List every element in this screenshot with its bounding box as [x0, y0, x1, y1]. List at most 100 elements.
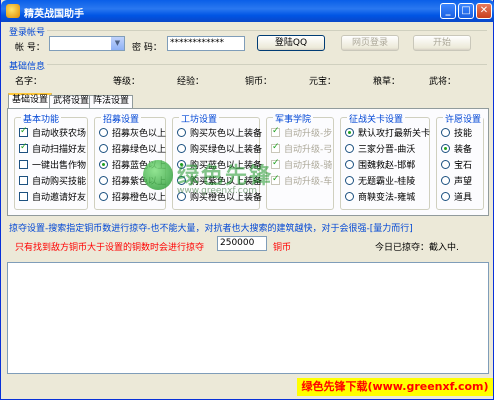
radio-indicator[interactable]: [99, 192, 108, 201]
option-label: 技能: [454, 129, 473, 139]
password-field[interactable]: ************: [167, 36, 245, 51]
checkbox-indicator[interactable]: [19, 192, 28, 201]
option-label: 自动升级-步: [284, 129, 333, 139]
option-label: 招募灰色以上: [112, 129, 167, 139]
option-label: 道具: [454, 193, 473, 203]
info-level: 等级：: [113, 77, 141, 87]
campaign-group: 征战关卡设置 默认攻打最新关卡 三家分晋-曲沃 围魏救赵-邯郸 无题霸业-桂陵 …: [340, 112, 430, 210]
campaign-handan-radio[interactable]: 围魏救赵-邯郸: [345, 160, 415, 171]
radio-indicator[interactable]: [441, 176, 450, 185]
option-label: 宝石: [454, 161, 473, 171]
basic-info-divider: [47, 64, 487, 65]
wish-item-radio[interactable]: 道具: [441, 192, 472, 203]
radio-indicator[interactable]: [99, 176, 108, 185]
upgrade-cavalry-checkbox[interactable]: 自动升级-骑: [271, 158, 333, 171]
web-login-button[interactable]: 网页登录: [341, 35, 399, 51]
option-label: 默认攻打最新关卡: [358, 129, 431, 139]
login-qq-button[interactable]: 登陆QQ: [257, 35, 325, 51]
recruit-gray-radio[interactable]: 招募灰色以上: [99, 128, 166, 139]
checkbox-indicator[interactable]: [19, 142, 28, 153]
info-gold: 元宝：: [309, 77, 337, 87]
upgrade-archer-checkbox[interactable]: 自动升级-弓: [271, 142, 333, 155]
checkbox-indicator[interactable]: [271, 126, 280, 137]
upgrade-infantry-checkbox[interactable]: 自动升级-步: [271, 126, 333, 139]
buy-gray-radio[interactable]: 购买灰色以上装备: [177, 128, 262, 139]
auto-harvest-checkbox[interactable]: 自动收获农场: [19, 126, 86, 139]
minimize-button[interactable]: _: [440, 3, 456, 19]
checkbox-indicator[interactable]: [19, 126, 28, 137]
option-label: 自动购买技能: [32, 177, 87, 187]
radio-indicator[interactable]: [345, 160, 354, 169]
info-name: 名字：: [15, 77, 43, 87]
main-window: 精英战国助手 _ □ ✕ 登录帐号 帐 号： ▼ 密 码： **********…: [0, 0, 494, 400]
option-label: 自动升级-骑: [284, 161, 333, 171]
checkbox-indicator[interactable]: [271, 142, 280, 153]
watermark-logo-icon: [143, 160, 173, 190]
radio-indicator[interactable]: [441, 128, 450, 137]
recruit-orange-radio[interactable]: 招募橙色以上: [99, 192, 166, 203]
tab-formation-settings[interactable]: 阵法设置: [89, 95, 134, 108]
option-label: 自动扫描好友: [32, 145, 87, 155]
option-label: 商鞅变法-雍城: [358, 193, 416, 203]
password-label: 密 码：: [132, 43, 162, 53]
upgrade-chariot-checkbox[interactable]: 自动升级-车: [271, 174, 333, 187]
option-label: 自动邀请好友: [32, 193, 87, 203]
window-title: 精英战国助手: [24, 9, 84, 20]
option-label: 自动升级-车: [284, 177, 333, 187]
info-general: 武将：: [429, 77, 457, 87]
military-group: 军事学院 自动升级-步 自动升级-弓 自动升级-骑 自动升级-车: [266, 112, 334, 210]
plunder-amount-input[interactable]: 250000: [217, 236, 267, 251]
buy-green-radio[interactable]: 购买绿色以上装备: [177, 144, 262, 155]
radio-indicator[interactable]: [345, 128, 354, 137]
option-label: 声望: [454, 177, 473, 187]
campaign-quwo-radio[interactable]: 三家分晋-曲沃: [345, 144, 415, 155]
close-button[interactable]: ✕: [476, 3, 492, 19]
checkbox-indicator[interactable]: [19, 160, 28, 169]
radio-indicator[interactable]: [441, 192, 450, 201]
maximize-button[interactable]: □: [458, 3, 474, 19]
radio-indicator[interactable]: [177, 128, 186, 137]
wish-skill-radio[interactable]: 技能: [441, 128, 472, 139]
tab-general-settings[interactable]: 武将设置: [49, 95, 94, 108]
title-bar[interactable]: 精英战国助手 _ □ ✕: [1, 0, 494, 22]
radio-indicator[interactable]: [99, 160, 108, 169]
radio-indicator[interactable]: [345, 144, 354, 153]
checkbox-indicator[interactable]: [19, 176, 28, 185]
plunder-unit: 铜币: [273, 243, 292, 253]
campaign-guiling-radio[interactable]: 无题霸业-桂陵: [345, 176, 415, 187]
radio-indicator[interactable]: [345, 192, 354, 201]
option-label: 自动升级-弓: [284, 145, 333, 155]
wish-equipment-radio[interactable]: 装备: [441, 144, 472, 155]
basic-functions-title: 基本功能: [21, 112, 62, 125]
account-combo[interactable]: ▼: [49, 36, 125, 51]
option-label: 三家分晋-曲沃: [358, 145, 416, 155]
account-label: 帐 号：: [15, 43, 45, 53]
chevron-down-icon[interactable]: ▼: [111, 37, 124, 50]
radio-indicator[interactable]: [345, 176, 354, 185]
campaign-latest-radio[interactable]: 默认攻打最新关卡: [345, 128, 430, 139]
wish-group: 许愿设置 技能 装备 宝石 声望 道具: [436, 112, 484, 210]
campaign-title: 征战关卡设置: [347, 112, 406, 125]
tab-basic-settings[interactable]: 基础设置: [8, 93, 53, 109]
radio-indicator[interactable]: [441, 144, 450, 153]
auto-invite-friends-checkbox[interactable]: 自动邀请好友: [19, 192, 86, 203]
auto-buy-skills-checkbox[interactable]: 自动购买技能: [19, 176, 86, 187]
option-label: 一键出售作物: [32, 161, 87, 171]
recruit-green-radio[interactable]: 招募绿色以上: [99, 144, 166, 155]
radio-indicator[interactable]: [99, 128, 108, 137]
start-button[interactable]: 开始: [413, 35, 471, 51]
radio-indicator[interactable]: [441, 160, 450, 169]
log-area[interactable]: [7, 262, 489, 374]
plunder-rule-text: 只有找到敌方铜币大于设置的铜数时会进行掠夺: [15, 243, 205, 253]
campaign-yongcheng-radio[interactable]: 商鞅变法-雍城: [345, 192, 415, 203]
sell-crops-checkbox[interactable]: 一键出售作物: [19, 160, 86, 171]
wish-gem-radio[interactable]: 宝石: [441, 160, 472, 171]
radio-indicator[interactable]: [99, 144, 108, 153]
option-label: 招募绿色以上: [112, 145, 167, 155]
radio-indicator[interactable]: [177, 144, 186, 153]
basic-info-title: 基础信息: [9, 62, 46, 72]
wish-prestige-radio[interactable]: 声望: [441, 176, 472, 187]
option-label: 围魏救赵-邯郸: [358, 161, 416, 171]
auto-scan-friends-checkbox[interactable]: 自动扫描好友: [19, 142, 87, 155]
watermark-url: www.greenxf.com: [177, 186, 258, 196]
